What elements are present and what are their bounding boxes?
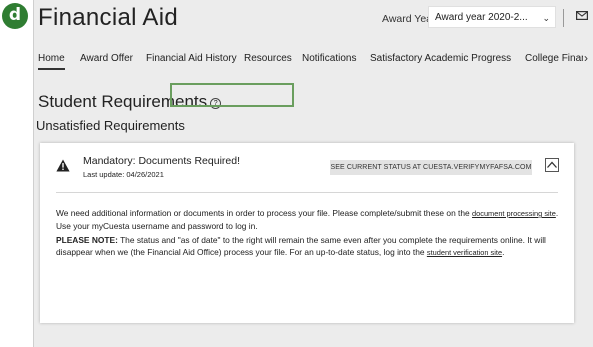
header: Financial Aid Award Year: Award year 202…	[34, 0, 593, 40]
app-title: Financial Aid	[38, 4, 178, 31]
requirement-last-update: Last update: 04/26/2021	[83, 170, 164, 179]
tab-college-financing[interactable]: College Finan	[525, 53, 583, 64]
tab-notifications[interactable]: Notifications	[302, 53, 356, 64]
note-tail: .	[502, 247, 505, 257]
chevron-right-icon[interactable]: ›	[584, 51, 588, 65]
app-window: Financial Aid Award Year: Award year 202…	[33, 0, 593, 347]
award-year-value: Award year 2020-2...	[435, 12, 528, 23]
chevron-up-icon	[547, 161, 557, 168]
requirement-title: Mandatory: Documents Required!	[83, 155, 240, 167]
collapse-button[interactable]	[545, 158, 559, 172]
figure-label-badge: d	[2, 3, 28, 29]
mail-icon[interactable]	[576, 11, 588, 20]
annotation-highlight-box	[170, 83, 294, 107]
chevron-down-icon: ⌄	[542, 13, 550, 23]
instructions-text: We need additional information or docume…	[56, 208, 473, 218]
card-divider	[56, 192, 558, 193]
header-divider	[563, 9, 564, 27]
note-label: PLEASE NOTE:	[56, 235, 118, 245]
award-year-select[interactable]: Award year 2020-2... ⌄	[428, 6, 556, 28]
warning-icon	[56, 159, 70, 172]
requirement-note: PLEASE NOTE: The status and "as of date"…	[56, 234, 566, 259]
tab-award-offer[interactable]: Award Offer	[80, 53, 133, 64]
requirement-card: Mandatory: Documents Required! Last upda…	[40, 143, 574, 323]
student-verification-link[interactable]: student verification site	[427, 248, 502, 257]
tab-home[interactable]: Home	[38, 53, 65, 70]
document-processing-link[interactable]: document processing site	[472, 209, 556, 218]
tab-financial-aid-history[interactable]: Financial Aid History	[146, 53, 237, 64]
tab-bar: Home Award Offer Financial Aid History R…	[34, 47, 593, 71]
tab-resources[interactable]: Resources	[244, 53, 292, 64]
see-current-status-button[interactable]: SEE CURRENT STATUS AT CUESTA.VERIFYMYFAF…	[330, 160, 532, 175]
tab-satisfactory-academic-progress[interactable]: Satisfactory Academic Progress	[370, 53, 511, 64]
subsection-title: Unsatisfied Requirements	[36, 118, 185, 133]
requirement-instructions: We need additional information or docume…	[56, 207, 566, 232]
